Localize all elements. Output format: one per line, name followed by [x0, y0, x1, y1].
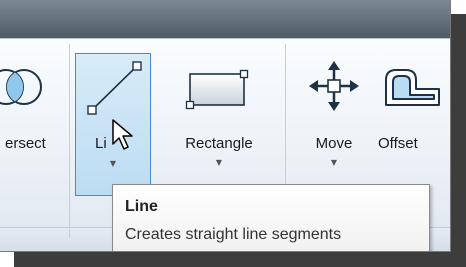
offset-button[interactable]: Offset — [372, 53, 450, 173]
chevron-down-icon[interactable]: ▼ — [109, 160, 117, 168]
tooltip-description: Creates straight line segments — [125, 226, 342, 243]
screenshot-frame: ersect Li ▼ Rectangle ▼ Move ▼ Offset Li… — [0, 0, 451, 252]
line-icon — [87, 61, 142, 115]
chevron-down-icon[interactable]: ▼ — [215, 159, 223, 167]
offset-icon — [385, 69, 440, 106]
intersect-button[interactable]: ersect — [0, 53, 68, 173]
intersect-icon — [0, 69, 42, 105]
move-icon — [309, 61, 359, 111]
move-button[interactable]: Move ▼ — [299, 53, 369, 173]
tooltip: Line Creates straight line segments — [112, 184, 430, 251]
mouse-cursor-icon — [112, 119, 133, 150]
chevron-down-icon[interactable]: ▼ — [330, 159, 338, 167]
move-label: Move — [315, 135, 353, 152]
frame-shadow-right — [451, 14, 466, 267]
intersect-label: ersect — [5, 135, 46, 152]
frame-shadow-bottom — [14, 252, 466, 267]
rectangle-icon — [185, 69, 249, 110]
rectangle-label: Rectangle — [185, 135, 253, 152]
offset-label: Offset — [378, 135, 418, 152]
window-title-bar — [0, 0, 450, 38]
tooltip-title: Line — [125, 198, 158, 215]
ribbon-separator — [69, 44, 70, 238]
rectangle-button[interactable]: Rectangle ▼ — [163, 53, 275, 173]
